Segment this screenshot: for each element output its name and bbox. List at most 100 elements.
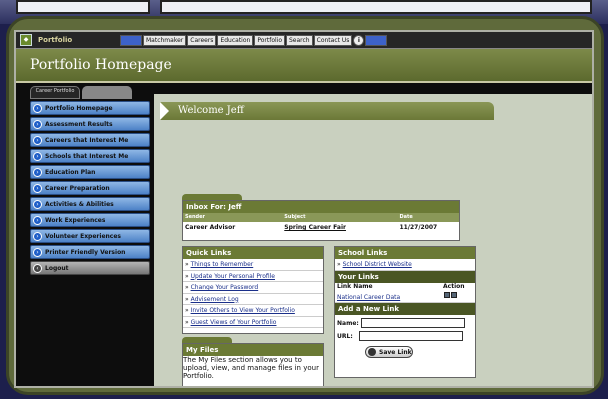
school-links-title: School Links: [335, 247, 475, 259]
upper-panel-left: [16, 0, 150, 14]
add-link-title: Add a New Link: [335, 303, 475, 315]
welcome-header: Welcome Jeff: [160, 102, 494, 120]
arrow-right-icon: ›: [33, 247, 42, 257]
arrow-right-icon: ›: [33, 103, 42, 113]
sidebar-item-label: Career Preparation: [45, 184, 110, 192]
sidebar-tabs: Career Portfolio: [30, 86, 150, 99]
school-link[interactable]: School District Website: [343, 261, 412, 268]
arrow-right-icon: ›: [33, 135, 42, 145]
browser-screen: ◆ Portfolio Matchmaker Careers Education…: [14, 30, 594, 388]
inbox-date: 11/27/2007: [399, 224, 438, 231]
sidebar-item-assessment-results[interactable]: › Assessment Results: [30, 117, 150, 131]
page-title: Portfolio Homepage: [30, 57, 172, 73]
arrow-right-icon: ›: [33, 167, 42, 177]
column-header: Sender: [185, 214, 205, 220]
inbox-subject-link[interactable]: Spring Career Fair: [284, 222, 399, 233]
inbox-title: Inbox For: Jeff: [183, 201, 459, 213]
table-row[interactable]: National Career Data: [335, 291, 475, 303]
upper-panel-right: [160, 0, 592, 14]
app-logo-icon[interactable]: ◆: [20, 34, 32, 46]
nav-item-portfolio[interactable]: Portfolio: [254, 35, 285, 46]
list-item[interactable]: » Advisement Log: [183, 294, 323, 305]
my-files-panel: My Files The My Files section allows you…: [182, 343, 324, 386]
arrow-right-icon: ›: [33, 215, 42, 225]
arrow-right-icon: ›: [33, 119, 42, 129]
quick-link[interactable]: Things to Remember: [191, 261, 254, 268]
tab-career-portfolio[interactable]: Career Portfolio: [30, 86, 80, 99]
tab-secondary[interactable]: [82, 86, 132, 99]
sidebar-item-label: Volunteer Experiences: [45, 232, 121, 240]
sidebar-item-portfolio-homepage[interactable]: › Portfolio Homepage: [30, 101, 150, 115]
inbox-sender: Career Advisor: [185, 224, 236, 231]
sidebar-item-work-experiences[interactable]: › Work Experiences: [30, 213, 150, 227]
logout-icon: ‹: [33, 263, 42, 273]
list-item[interactable]: » Things to Remember: [183, 259, 323, 271]
sidebar-item-logout[interactable]: ‹ Logout: [30, 261, 150, 275]
delete-icon[interactable]: [451, 291, 457, 298]
school-links-panel: School Links » School District Website Y…: [334, 246, 476, 378]
arrow-right-icon: ›: [33, 151, 42, 161]
url-field-row: URL:: [335, 331, 475, 341]
arrow-right-icon: ›: [33, 199, 42, 209]
nav-item-search[interactable]: Search: [286, 35, 313, 46]
quick-link[interactable]: Invite Others to View Your Portfolio: [191, 307, 295, 314]
quick-links-title: Quick Links: [183, 247, 323, 259]
list-item[interactable]: » School District Website: [335, 259, 475, 271]
arrow-right-icon: ›: [33, 183, 42, 193]
quick-link[interactable]: Change Your Password: [191, 284, 259, 291]
nav-item-contact-us[interactable]: Contact Us: [313, 35, 353, 46]
save-link-button[interactable]: Save Link: [365, 346, 413, 358]
sidebar-item-education-plan[interactable]: › Education Plan: [30, 165, 150, 179]
inbox-panel: Inbox For: Jeff Sender Subject Date Care…: [182, 200, 460, 241]
name-field-row: Name:: [335, 318, 475, 328]
brand-label: Portfolio: [38, 36, 73, 44]
list-item[interactable]: » Guest Views of Your Portfolio: [183, 317, 323, 328]
column-header: Link Name: [337, 282, 373, 290]
nav-extra-button[interactable]: [365, 35, 388, 46]
sidebar-item-volunteer[interactable]: › Volunteer Experiences: [30, 229, 150, 243]
sidebar-item-label: Logout: [45, 264, 69, 272]
arrow-right-icon: ›: [33, 231, 42, 241]
column-header: Subject: [284, 214, 306, 220]
column-header: Date: [399, 214, 413, 220]
sidebar-item-label: Schools that Interest Me: [45, 152, 129, 160]
table-row[interactable]: Career Advisor Spring Career Fair 11/27/…: [183, 222, 459, 233]
sidebar-item-careers[interactable]: › Careers that Interest Me: [30, 133, 150, 147]
quick-link[interactable]: Advisement Log: [191, 296, 239, 303]
save-link-label: Save Link: [379, 348, 412, 356]
sidebar-item-label: Assessment Results: [45, 120, 113, 128]
arrow-icon: [160, 102, 169, 120]
your-links-title: Your Links: [335, 270, 475, 283]
info-icon[interactable]: i: [353, 35, 365, 46]
welcome-text: Welcome Jeff: [178, 105, 244, 116]
sidebar-item-career-preparation[interactable]: › Career Preparation: [30, 181, 150, 195]
nav-item-matchmaker[interactable]: Matchmaker: [143, 35, 187, 46]
save-icon: [368, 348, 376, 356]
your-link[interactable]: National Career Data: [337, 292, 443, 303]
list-item[interactable]: » Invite Others to View Your Portfolio: [183, 305, 323, 317]
quick-link[interactable]: Update Your Personal Profile: [191, 273, 275, 280]
nav-home-button[interactable]: [120, 35, 142, 46]
url-input[interactable]: [358, 331, 463, 341]
top-nav: ◆ Portfolio Matchmaker Careers Education…: [16, 32, 592, 49]
sidebar-item-printer-friendly[interactable]: › Printer Friendly Version: [30, 245, 150, 259]
sidebar-item-label: Portfolio Homepage: [45, 104, 113, 112]
sidebar-item-label: Work Experiences: [45, 216, 106, 224]
inbox-header-row: Sender Subject Date: [183, 213, 459, 222]
sidebar-item-label: Education Plan: [45, 168, 96, 176]
edit-icon[interactable]: [444, 291, 450, 298]
nav-item-careers[interactable]: Careers: [187, 35, 217, 46]
name-input[interactable]: [360, 318, 465, 328]
sidebar-item-schools[interactable]: › Schools that Interest Me: [30, 149, 150, 163]
sidebar-item-label: Careers that Interest Me: [45, 136, 129, 144]
list-item[interactable]: » Change Your Password: [183, 282, 323, 294]
my-files-description: The My Files section allows you to uploa…: [183, 356, 319, 380]
nav-item-education[interactable]: Education: [217, 35, 254, 46]
nav-menu: Matchmaker Careers Education Portfolio S…: [120, 35, 388, 46]
quick-link[interactable]: Guest Views of Your Portfolio: [191, 319, 277, 326]
quick-links-panel: Quick Links » Things to Remember » Updat…: [182, 246, 324, 334]
list-item[interactable]: » Update Your Personal Profile: [183, 271, 323, 282]
sidebar-item-label: Printer Friendly Version: [45, 248, 126, 256]
sidebar-item-label: Activities & Abilities: [45, 200, 114, 208]
sidebar-item-activities[interactable]: › Activities & Abilities: [30, 197, 150, 211]
